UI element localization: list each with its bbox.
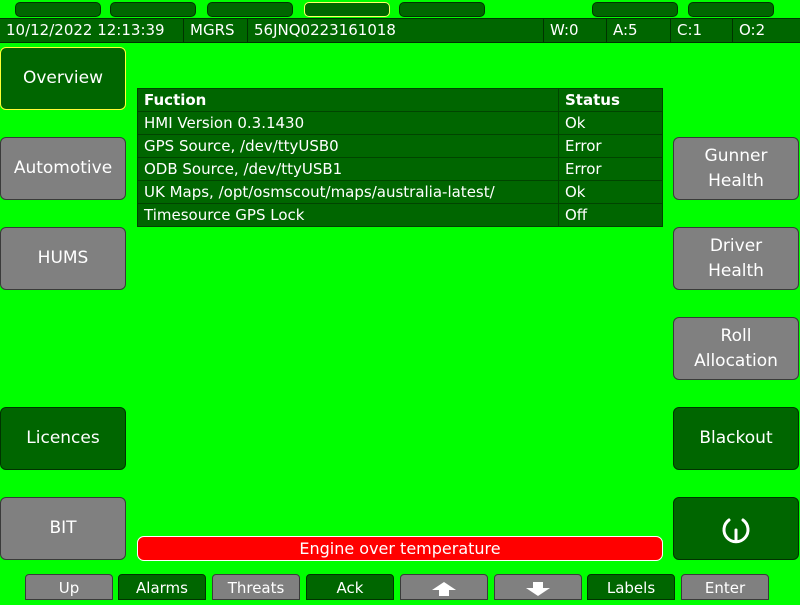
overview-button[interactable]: Overview	[0, 47, 126, 110]
status-header: Status	[558, 88, 663, 112]
status-cell: Error	[558, 134, 663, 158]
coord-system: MGRS	[184, 19, 248, 42]
function-cell: HMI Version 0.3.1430	[137, 111, 559, 135]
roll-allocation-label: Roll Allocation	[694, 325, 778, 371]
up-button[interactable]: Up	[25, 574, 113, 600]
scroll-up-button[interactable]	[400, 574, 488, 600]
power-button[interactable]	[673, 497, 799, 560]
bit-label: BIT	[49, 518, 77, 538]
function-cell: ODB Source, /dev/ttyUSB1	[137, 157, 559, 181]
status-cell: Ok	[558, 180, 663, 204]
hums-label: HUMS	[37, 248, 89, 268]
table-row: ODB Source, /dev/ttyUSB1 Error	[137, 157, 663, 181]
hums-button[interactable]: HUMS	[0, 227, 126, 290]
driver-health-button[interactable]: Driver Health	[673, 227, 799, 290]
licences-button[interactable]: Licences	[0, 407, 126, 470]
table-row: HMI Version 0.3.1430 Ok	[137, 111, 663, 135]
top-tab-2[interactable]	[110, 2, 196, 17]
automotive-label: Automotive	[13, 158, 113, 178]
top-tab-6[interactable]	[592, 2, 678, 17]
function-cell: UK Maps, /opt/osmscout/maps/australia-la…	[137, 180, 559, 204]
overview-label: Overview	[22, 68, 104, 88]
datetime: 10/12/2022 12:13:39	[0, 19, 184, 42]
a-counter: A:5	[607, 19, 671, 42]
top-tab-3[interactable]	[207, 2, 293, 17]
status-cell: Off	[558, 203, 663, 227]
gunner-health-label: Gunner Health	[704, 145, 768, 191]
blackout-button[interactable]: Blackout	[673, 407, 799, 470]
top-tab-1[interactable]	[15, 2, 101, 17]
automotive-button[interactable]: Automotive	[0, 137, 126, 200]
function-header: Fuction	[137, 88, 559, 112]
top-tab-7[interactable]	[688, 2, 774, 17]
arrow-down-icon	[526, 582, 550, 596]
driver-health-label: Driver Health	[708, 235, 764, 281]
alarm-banner[interactable]: Engine over temperature	[137, 536, 663, 561]
status-bar: 10/12/2022 12:13:39 MGRS 56JNQ0223161018…	[0, 18, 800, 43]
alarms-button[interactable]: Alarms	[118, 574, 206, 600]
c-counter: C:1	[671, 19, 733, 42]
status-cell: Error	[558, 157, 663, 181]
function-cell: Timesource GPS Lock	[137, 203, 559, 227]
enter-button[interactable]: Enter	[681, 574, 769, 600]
power-icon	[722, 518, 750, 543]
bit-button[interactable]: BIT	[0, 497, 126, 560]
scroll-down-button[interactable]	[494, 574, 582, 600]
status-cell: Ok	[558, 111, 663, 135]
table-row: GPS Source, /dev/ttyUSB0 Error	[137, 134, 663, 158]
roll-allocation-button[interactable]: Roll Allocation	[673, 317, 799, 380]
ack-button[interactable]: Ack	[306, 574, 394, 600]
labels-button[interactable]: Labels	[587, 574, 675, 600]
table-header-row: Fuction Status	[137, 88, 663, 112]
o-counter: O:2	[739, 21, 766, 39]
licences-label: Licences	[26, 428, 100, 448]
table-row: Timesource GPS Lock Off	[137, 203, 663, 227]
function-status-table: Fuction Status HMI Version 0.3.1430 Ok G…	[137, 88, 663, 227]
arrow-up-icon	[432, 582, 456, 596]
table-row: UK Maps, /opt/osmscout/maps/australia-la…	[137, 180, 663, 204]
threats-button[interactable]: Threats	[212, 574, 300, 600]
top-tab-4[interactable]	[304, 2, 390, 17]
blackout-label: Blackout	[699, 428, 773, 448]
top-tab-5[interactable]	[399, 2, 485, 17]
gunner-health-button[interactable]: Gunner Health	[673, 137, 799, 200]
function-cell: GPS Source, /dev/ttyUSB0	[137, 134, 559, 158]
w-counter: W:0	[544, 19, 607, 42]
grid-position: 56JNQ0223161018	[248, 19, 544, 42]
